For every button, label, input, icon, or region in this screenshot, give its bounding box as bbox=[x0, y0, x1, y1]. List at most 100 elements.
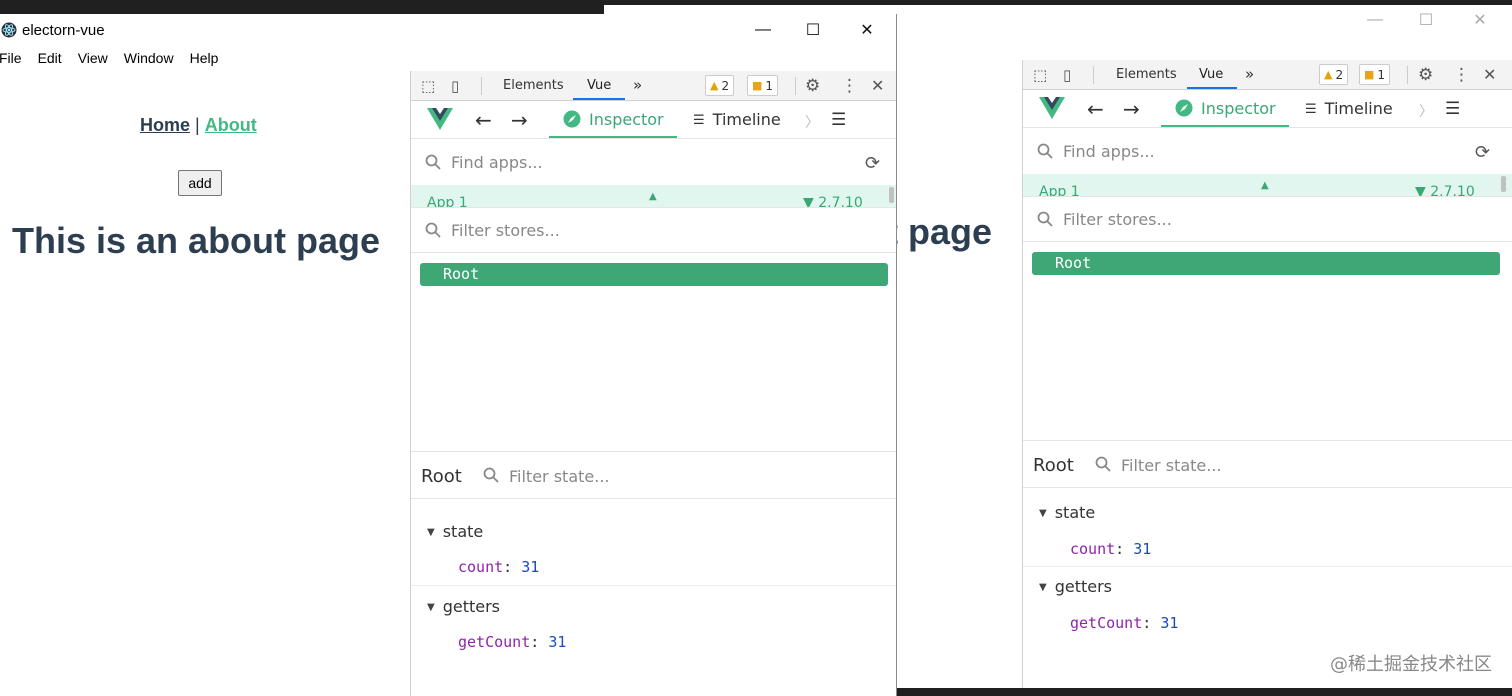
state-count-row: count: 31 bbox=[458, 558, 540, 576]
more-tabs-button[interactable]: » bbox=[1245, 65, 1254, 83]
triangle-down-icon: ▼ bbox=[427, 527, 435, 538]
state-section-toggle[interactable]: ▼ state bbox=[1039, 503, 1095, 522]
electron-app-icon bbox=[1, 22, 17, 38]
filter-state-input[interactable]: Filter state... bbox=[1121, 456, 1222, 475]
state-panel-header: Root Filter state... bbox=[1023, 440, 1512, 488]
scrollbar-thumb[interactable] bbox=[1501, 176, 1506, 192]
back-close-button[interactable]: ✕ bbox=[1457, 5, 1503, 35]
store-item-root[interactable]: Root bbox=[1032, 252, 1500, 275]
triangle-down-icon: ▼ bbox=[1039, 582, 1047, 593]
settings-gear-icon[interactable]: ⚙ bbox=[805, 76, 820, 96]
search-icon bbox=[425, 154, 441, 170]
getters-section-toggle[interactable]: ▼ getters bbox=[427, 597, 500, 616]
back-minimize-button[interactable]: — bbox=[1352, 5, 1398, 35]
page-heading: This is an about page bbox=[12, 220, 381, 261]
back-maximize-button[interactable]: ☐ bbox=[1403, 5, 1449, 35]
menu-help[interactable]: Help bbox=[190, 48, 219, 72]
menu-window[interactable]: Window bbox=[124, 48, 174, 72]
app-version: ▼ 2.7.10 bbox=[1415, 184, 1475, 196]
errors-badge[interactable]: ■ 1 bbox=[747, 75, 779, 96]
state-panel-title: Root bbox=[421, 466, 462, 487]
state-section-toggle[interactable]: ▼ state bbox=[427, 522, 483, 541]
app-version: ▼ 2.7.10 bbox=[803, 195, 863, 207]
inspect-element-icon[interactable]: ⬚ bbox=[1033, 66, 1047, 84]
tab-inspector[interactable]: Inspector bbox=[1175, 99, 1276, 118]
device-toolbar-icon[interactable]: ▯ bbox=[451, 77, 459, 95]
nav-link-about[interactable]: About bbox=[205, 115, 257, 135]
back-about-heading: t page bbox=[886, 211, 993, 252]
minimize-button[interactable]: — bbox=[740, 15, 786, 45]
back-devtools-panel: ⬚ ▯ Elements Vue » ▲ 2 ■ 1 ⚙ ⋮ ✕ ← → Inspe… bbox=[1022, 60, 1512, 688]
find-apps-placeholder: Find apps... bbox=[451, 153, 543, 172]
tab-elements[interactable]: Elements bbox=[1116, 67, 1177, 82]
app-list-item[interactable]: App 1 ▲ ▼ 2.7.10 bbox=[411, 185, 896, 207]
search-icon bbox=[1095, 456, 1111, 472]
warnings-badge[interactable]: ▲ 2 bbox=[1319, 64, 1349, 85]
forward-arrow-icon[interactable]: → bbox=[1123, 97, 1140, 121]
menu-file[interactable]: File bbox=[0, 48, 22, 72]
find-apps-placeholder: Find apps... bbox=[1063, 142, 1155, 161]
menu-edit[interactable]: Edit bbox=[38, 48, 62, 72]
vue-toolbar: ← → Inspector ☰ Timeline 〉 ☰ bbox=[1023, 91, 1512, 128]
device-toolbar-icon[interactable]: ▯ bbox=[1063, 66, 1071, 84]
close-button[interactable]: ✕ bbox=[844, 15, 890, 45]
app-list-item[interactable]: App 1 ▲ ▼ 2.7.10 bbox=[1023, 174, 1512, 196]
tab-vue[interactable]: Vue bbox=[1199, 67, 1223, 82]
menu-bar: File Edit View Window Help bbox=[0, 48, 234, 72]
state-count-row: count: 31 bbox=[1070, 540, 1152, 558]
getter-count-row: getCount: 31 bbox=[1070, 614, 1179, 632]
tab-vue[interactable]: Vue bbox=[587, 78, 611, 93]
warnings-badge[interactable]: ▲ 2 bbox=[705, 75, 735, 96]
filter-stores-search[interactable]: Filter stores... bbox=[411, 207, 896, 253]
add-button[interactable]: add bbox=[178, 170, 222, 196]
find-apps-search[interactable]: Find apps... ⟳ bbox=[411, 140, 896, 186]
filter-stores-placeholder: Filter stores... bbox=[1063, 210, 1172, 229]
app-name: App 1 bbox=[1039, 184, 1080, 196]
search-icon bbox=[1037, 143, 1053, 159]
more-options-icon[interactable]: ⋮ bbox=[1453, 65, 1470, 85]
tab-timeline[interactable]: ☰ Timeline bbox=[693, 110, 781, 129]
more-tabs-button[interactable]: » bbox=[633, 76, 642, 94]
back-arrow-icon[interactable]: ← bbox=[1087, 97, 1104, 121]
more-options-icon[interactable]: ⋮ bbox=[841, 76, 858, 96]
menu-view[interactable]: View bbox=[78, 48, 108, 72]
vue-logo-icon bbox=[427, 108, 453, 130]
tab-timeline[interactable]: ☰ Timeline bbox=[1305, 99, 1393, 118]
state-panel-header: Root Filter state... bbox=[411, 451, 896, 499]
error-icon: ■ bbox=[1364, 68, 1375, 81]
warning-icon: ▲ bbox=[1324, 68, 1333, 81]
caret-up-icon: ▲ bbox=[1261, 180, 1269, 191]
forward-arrow-icon[interactable]: → bbox=[511, 108, 528, 132]
getter-count-row: getCount: 31 bbox=[458, 633, 567, 651]
error-icon: ■ bbox=[752, 79, 763, 92]
minimize-icon: — bbox=[1367, 11, 1383, 28]
settings-gear-icon[interactable]: ⚙ bbox=[1418, 65, 1433, 85]
watermark-text: @稀土掘金技术社区 bbox=[1330, 654, 1492, 675]
close-icon: ✕ bbox=[860, 22, 874, 39]
refresh-icon[interactable]: ⟳ bbox=[865, 153, 880, 174]
app-nav: Home | About bbox=[140, 115, 257, 136]
devtools-tab-bar: ⬚ ▯ Elements Vue » ▲ 2 ■ 1 ⚙ ⋮ ✕ bbox=[1023, 60, 1512, 90]
close-devtools-icon[interactable]: ✕ bbox=[1483, 65, 1496, 84]
inspect-element-icon[interactable]: ⬚ bbox=[421, 77, 435, 95]
scrollbar-thumb[interactable] bbox=[889, 187, 894, 203]
nav-link-home[interactable]: Home bbox=[140, 115, 190, 135]
store-item-root[interactable]: Root bbox=[420, 263, 888, 286]
tab-inspector[interactable]: Inspector bbox=[563, 110, 664, 129]
refresh-icon[interactable]: ⟳ bbox=[1475, 142, 1490, 163]
maximize-button[interactable]: ☐ bbox=[790, 15, 836, 45]
front-window: electorn-vue — ☐ ✕ File Edit View Window… bbox=[0, 14, 897, 696]
find-apps-search[interactable]: Find apps... ⟳ bbox=[1023, 129, 1512, 175]
filter-stores-search[interactable]: Filter stores... bbox=[1023, 196, 1512, 242]
list-icon[interactable]: ☰ bbox=[1445, 99, 1460, 119]
filter-state-input[interactable]: Filter state... bbox=[509, 467, 610, 486]
triangle-down-icon: ▼ bbox=[1039, 508, 1047, 519]
tab-elements[interactable]: Elements bbox=[503, 78, 564, 93]
back-arrow-icon[interactable]: ← bbox=[475, 108, 492, 132]
getters-section-toggle[interactable]: ▼ getters bbox=[1039, 577, 1112, 596]
errors-badge[interactable]: ■ 1 bbox=[1359, 64, 1391, 85]
title-bar: electorn-vue — ☐ ✕ bbox=[0, 14, 896, 46]
close-devtools-icon[interactable]: ✕ bbox=[871, 76, 884, 95]
list-icon[interactable]: ☰ bbox=[831, 110, 846, 130]
chevron-right-icon: 〉 bbox=[805, 115, 819, 131]
